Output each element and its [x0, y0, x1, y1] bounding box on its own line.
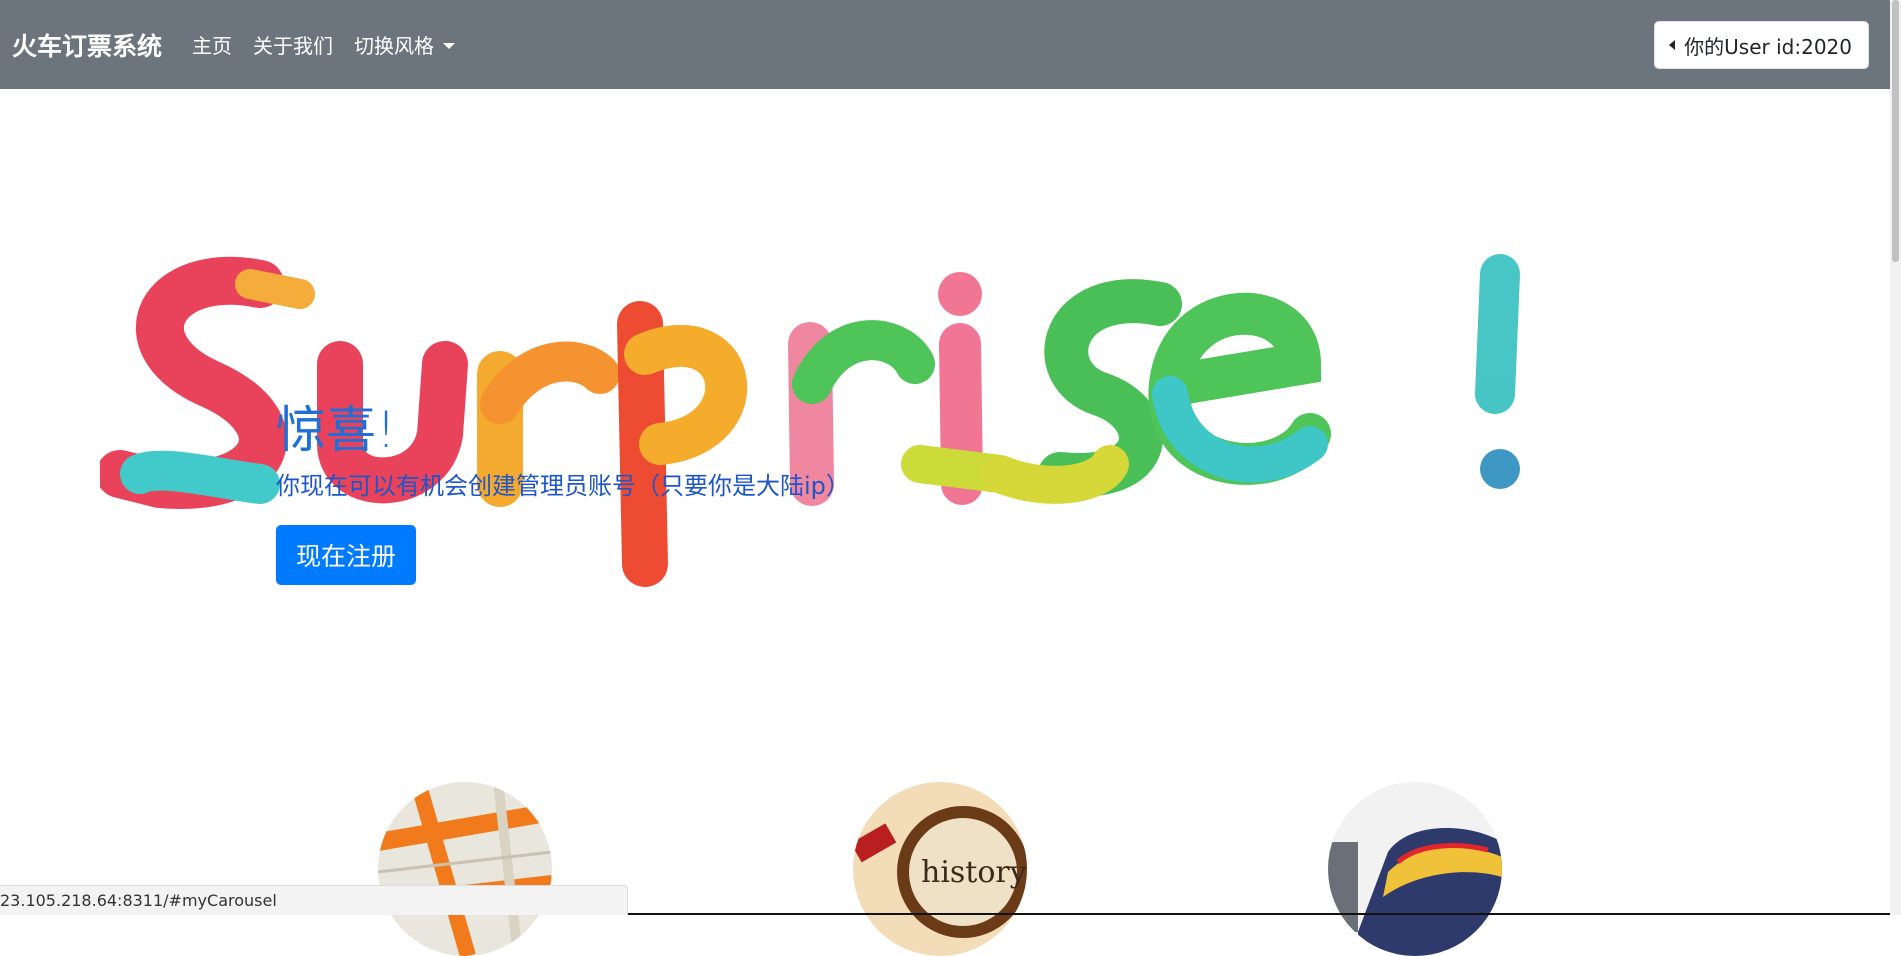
- scrollbar-thumb[interactable]: [1892, 0, 1899, 262]
- brand-logo[interactable]: 火车订票系统: [12, 27, 162, 63]
- status-url: 23.105.218.64:8311/#myCarousel: [0, 891, 277, 910]
- map-image: [378, 782, 552, 956]
- user-id-button[interactable]: 你的User id:2020: [1654, 21, 1869, 69]
- hero-subtitle: 你现在可以有机会创建管理员账号（只要你是大陆ip）: [276, 466, 850, 501]
- top-navbar: 火车订票系统 主页 关于我们 切换风格 你的User id:2020: [0, 0, 1890, 89]
- style-switch-label: 切换风格: [354, 30, 434, 59]
- train-image: [1328, 782, 1502, 956]
- chevron-down-icon: [443, 43, 455, 49]
- magnifier-text: history: [921, 855, 1027, 890]
- hero-carousel: 惊喜! 你现在可以有机会创建管理员账号（只要你是大陆ip） 现在注册: [0, 89, 1890, 769]
- user-id-label: 你的User id:2020: [1684, 31, 1852, 60]
- nav-home-link[interactable]: 主页: [192, 30, 232, 59]
- register-now-button[interactable]: 现在注册: [276, 525, 416, 585]
- hero-caption: 惊喜! 你现在可以有机会创建管理员账号（只要你是大陆ip） 现在注册: [276, 403, 850, 585]
- nav-about-link[interactable]: 关于我们: [253, 30, 333, 59]
- style-switch-dropdown[interactable]: 切换风格: [354, 30, 455, 59]
- hero-title: 惊喜!: [276, 403, 850, 458]
- browser-status-bar: 23.105.218.64:8311/#myCarousel: [0, 885, 628, 915]
- page-scrollbar[interactable]: [1890, 0, 1901, 915]
- history-magnifier-image: history: [853, 782, 1027, 956]
- caret-left-icon: [1669, 40, 1675, 50]
